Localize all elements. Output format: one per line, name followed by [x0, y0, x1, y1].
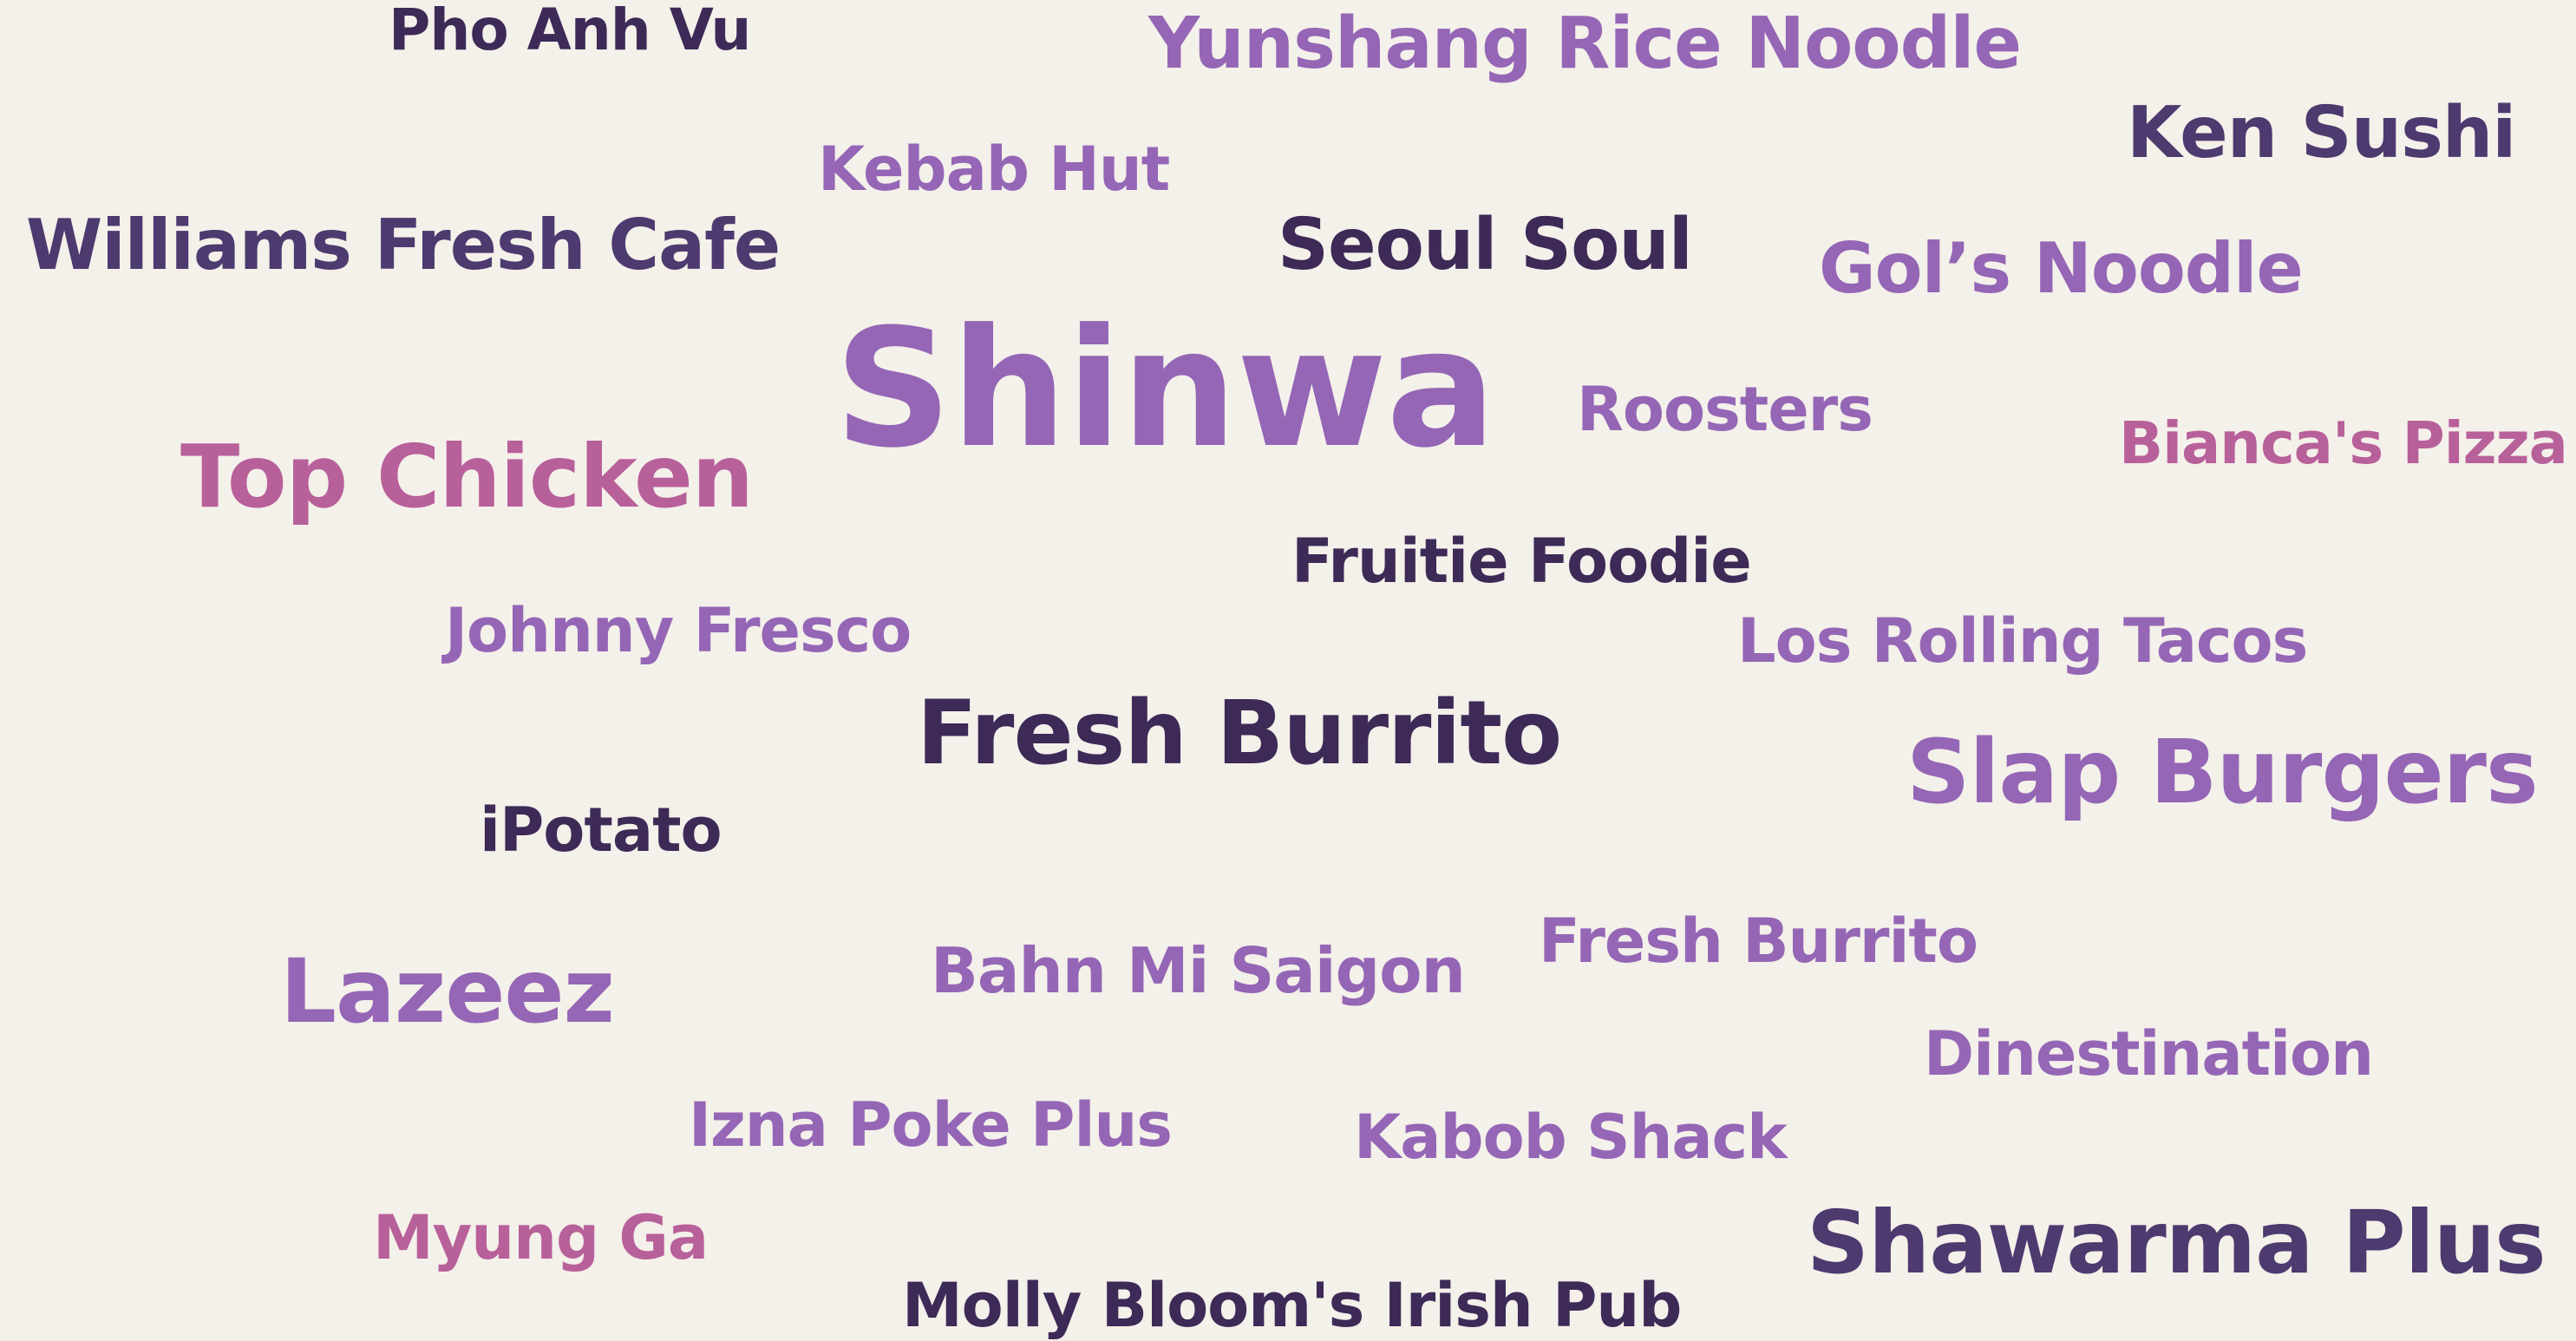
word-lazeez[interactable]: Lazeez	[280, 948, 615, 1037]
word-los-rolling-tacos[interactable]: Los Rolling Tacos	[1737, 611, 2308, 671]
word-bahn-mi-saigon[interactable]: Bahn Mi Saigon	[931, 939, 1466, 1002]
word-fresh-burrito-small[interactable]: Fresh Burrito	[1539, 911, 1978, 971]
word-cloud: Pho Anh Vu Yunshang Rice Noodle Ken Sush…	[0, 0, 2576, 1341]
word-top-chicken[interactable]: Top Chicken	[180, 434, 754, 520]
word-kebab-hut[interactable]: Kebab Hut	[818, 139, 1170, 200]
word-roosters[interactable]: Roosters	[1577, 379, 1873, 440]
word-dinestination[interactable]: Dinestination	[1924, 1024, 2374, 1084]
word-yunshang-rice-noodle[interactable]: Yunshang Rice Noodle	[1148, 9, 2022, 80]
word-molly-blooms-irish-pub[interactable]: Molly Bloom's Irish Pub	[902, 1275, 1682, 1336]
word-seoul-soul[interactable]: Seoul Soul	[1278, 210, 1693, 281]
word-williams-fresh-cafe[interactable]: Williams Fresh Cafe	[26, 211, 781, 280]
word-ipotato[interactable]: iPotato	[480, 800, 722, 860]
word-shawarma-plus[interactable]: Shawarma Plus	[1807, 1200, 2547, 1286]
word-fresh-burrito-large[interactable]: Fresh Burrito	[917, 690, 1562, 778]
word-fruitie-foodie[interactable]: Fruitie Foodie	[1291, 531, 1752, 592]
word-gols-noodle[interactable]: Gol’s Noodle	[1819, 234, 2304, 304]
word-ken-sushi[interactable]: Ken Sushi	[2127, 98, 2516, 169]
word-myung-ga[interactable]: Myung Ga	[373, 1207, 709, 1268]
word-pho-anh-vu[interactable]: Pho Anh Vu	[389, 2, 751, 59]
word-johnny-fresco[interactable]: Johnny Fresco	[445, 600, 912, 661]
word-slap-burgers[interactable]: Slap Burgers	[1906, 729, 2539, 817]
word-biancas-pizza[interactable]: Bianca's Pizza	[2119, 415, 2568, 473]
word-izna-poke-plus[interactable]: Izna Poke Plus	[689, 1095, 1173, 1155]
word-kabob-shack[interactable]: Kabob Shack	[1354, 1107, 1788, 1168]
word-shinwa[interactable]: Shinwa	[834, 308, 1496, 471]
